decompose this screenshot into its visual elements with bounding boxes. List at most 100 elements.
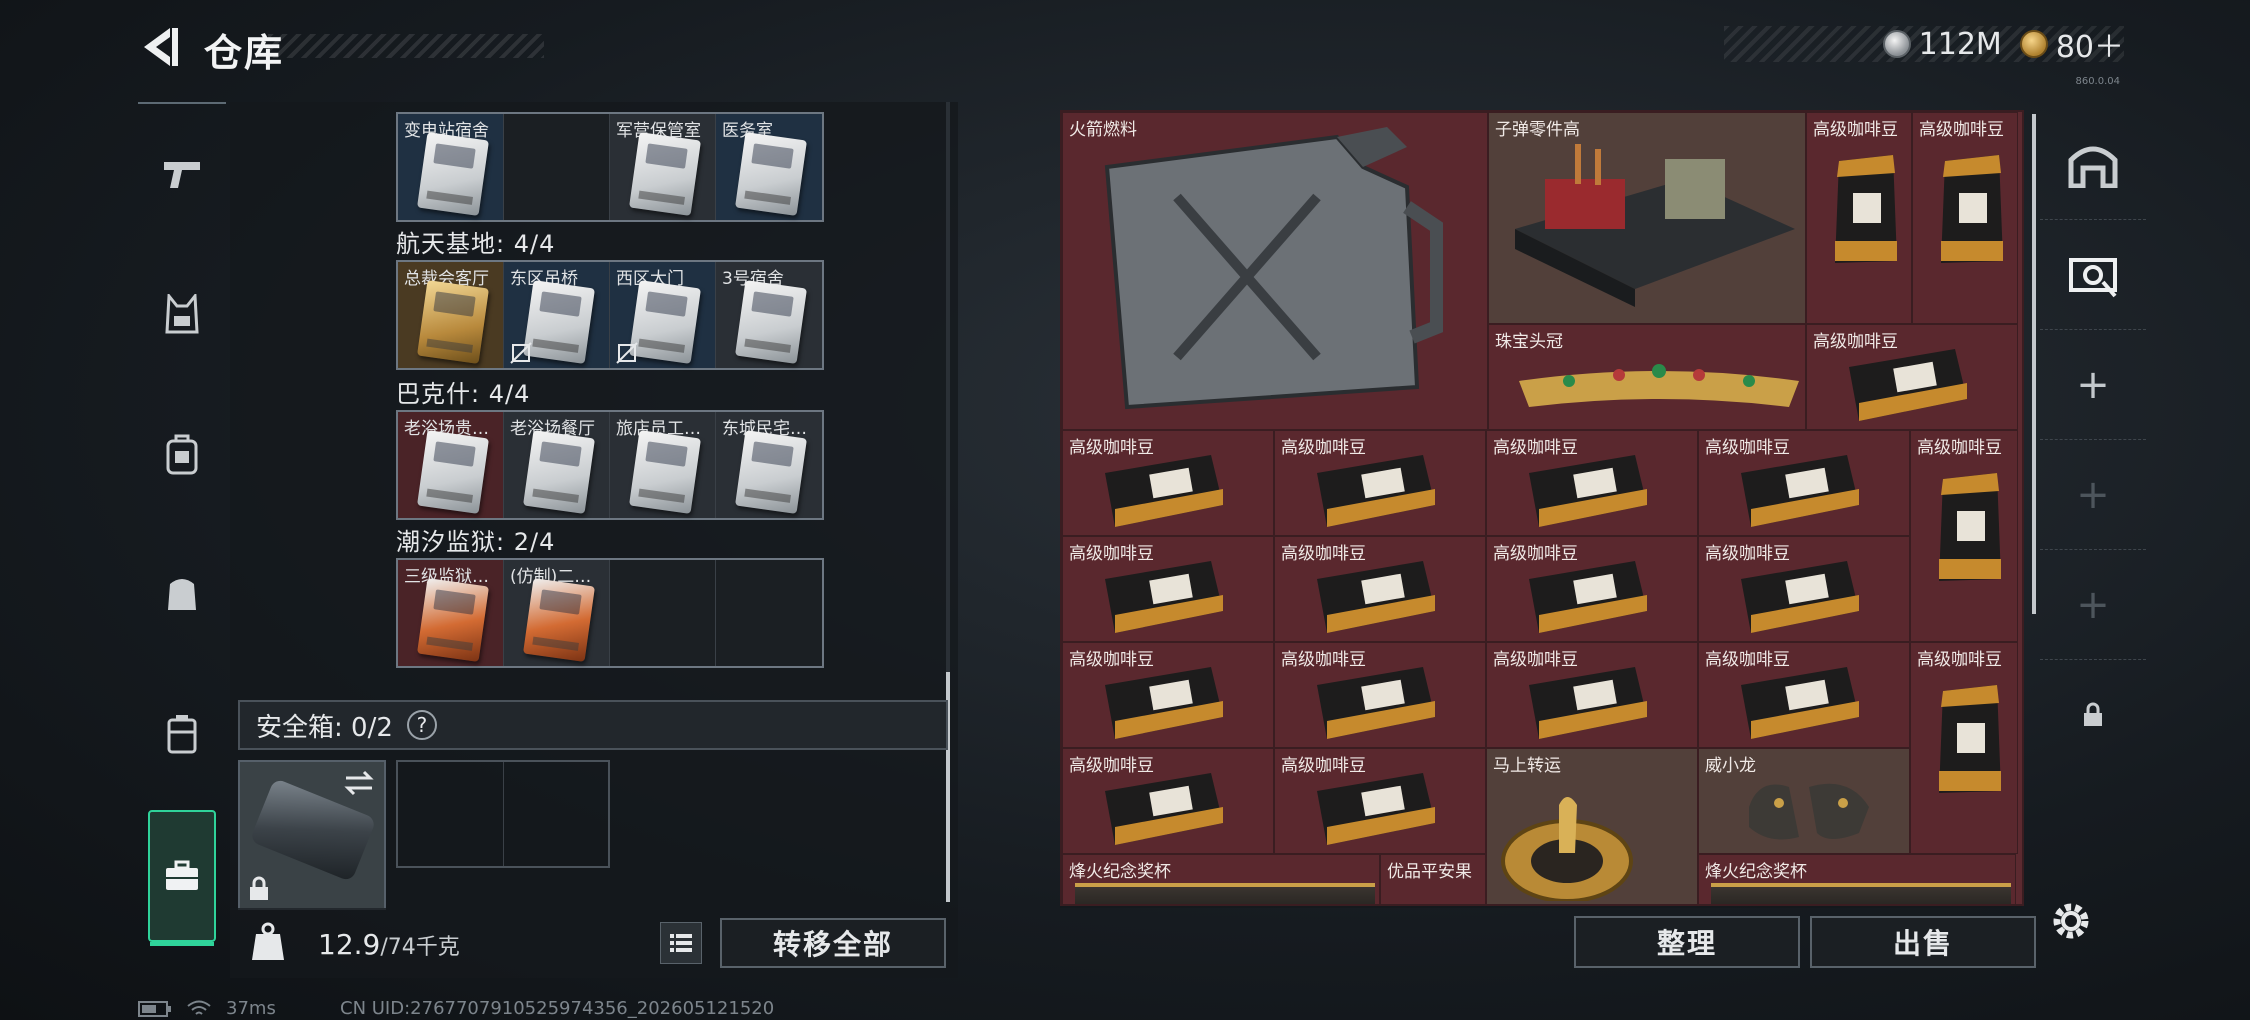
uid-label: CN UID:2767707910525974356_202605121520 (340, 998, 775, 1019)
coffee-bag-image (1741, 455, 1859, 527)
gold-currency[interactable]: 80＋ (2019, 22, 2124, 66)
list-view-button[interactable] (660, 922, 702, 964)
silver-coin-icon (1882, 30, 1911, 58)
key-slot[interactable]: (仿制)二… (504, 560, 610, 666)
equipment-rail (138, 102, 226, 946)
pistol-icon (164, 162, 200, 188)
empty-slot[interactable] (398, 762, 504, 866)
coffee-bag-image (1741, 667, 1859, 739)
coffee-bag-image (1105, 561, 1223, 633)
stash-scrollbar[interactable] (2032, 114, 2036, 614)
container-icon (167, 715, 197, 754)
item-coffee-tall[interactable]: 高级咖啡豆 (1806, 112, 1912, 324)
stash-tab-active[interactable] (2040, 220, 2146, 330)
weight-readout: 12.9/74千克 (318, 928, 460, 961)
help-icon[interactable]: ? (406, 710, 437, 740)
safebox-slot[interactable] (238, 760, 386, 910)
item-coffee[interactable]: 高级咖啡豆 (1486, 536, 1698, 642)
key-slot[interactable]: 三级监狱… (398, 560, 504, 666)
key-slot[interactable]: 老浴场餐厅 (504, 412, 610, 518)
stash-tab-add[interactable]: + (2040, 550, 2146, 660)
coffee-bag-image (1317, 667, 1435, 739)
item-coffee[interactable]: 高级咖啡豆 (1062, 536, 1274, 642)
item-weixiaolong[interactable]: 威小龙 (1698, 748, 1910, 854)
rail-safebox-active[interactable] (148, 810, 216, 946)
list-icon (670, 934, 692, 952)
item-coffee[interactable]: 高级咖啡豆 (1062, 430, 1274, 536)
settings-gear-icon[interactable] (2048, 898, 2094, 944)
rail-weapon[interactable] (138, 104, 226, 244)
armor-vest-icon (165, 294, 199, 334)
keycard-image (629, 430, 701, 514)
item-beacon-trophy[interactable]: 烽火纪念奖杯 (1062, 854, 1380, 904)
key-slot[interactable]: 军营保管室 (610, 114, 716, 220)
key-slot-empty[interactable] (716, 560, 822, 666)
key-slot[interactable]: 东区吊桥 (504, 262, 610, 368)
item-fortune[interactable]: 马上转运 (1486, 748, 1698, 904)
keycard-image (417, 578, 489, 662)
item-coffee[interactable]: 高级咖啡豆 (1062, 748, 1274, 854)
item-crown[interactable]: 珠宝头冠 (1488, 324, 1806, 430)
item-apple[interactable]: 优品平安果 (1380, 854, 1486, 904)
key-slot-empty[interactable] (610, 560, 716, 666)
silver-currency[interactable]: 112M (1882, 27, 2002, 62)
swap-icon[interactable] (342, 770, 376, 796)
key-slot[interactable]: 老浴场贵… (398, 412, 504, 518)
stash-tab-locked[interactable] (2040, 660, 2146, 770)
item-coffee[interactable]: 高级咖啡豆 (1486, 430, 1698, 536)
back-icon[interactable] (136, 24, 182, 70)
safebox-empty-slots[interactable] (396, 760, 610, 868)
rail-backpack[interactable] (138, 384, 226, 524)
item-rocket-fuel[interactable]: 火箭燃料 (1062, 112, 1488, 430)
sort-button[interactable]: 整理 (1574, 916, 1800, 968)
coffee-bag-image (1529, 455, 1647, 527)
stash-tab-add[interactable]: + (2040, 440, 2146, 550)
key-slot[interactable]: 旅店员工… (610, 412, 716, 518)
section-title: 巴克什: 4/4 (396, 380, 531, 408)
keycard-image (629, 280, 701, 364)
item-coffee[interactable]: 高级咖啡豆 (1274, 642, 1486, 748)
currency-bar: 112M 80＋ (1724, 26, 2124, 65)
item-ammo-parts[interactable]: 子弹零件高 (1488, 112, 1806, 324)
key-slot[interactable]: 西区大门 (610, 262, 716, 368)
stash-panel: 火箭燃料 子弹零件高 高级咖啡豆 高级咖啡豆 珠宝头冠 高级咖啡豆 高级咖啡豆 … (1060, 110, 2024, 908)
sell-button[interactable]: 出售 (1810, 916, 2036, 968)
transfer-all-button[interactable]: 转移全部 (720, 918, 946, 968)
keycard-image (417, 280, 489, 364)
item-coffee[interactable]: 高级咖啡豆 (1062, 642, 1274, 748)
key-slot[interactable]: 医务室 (716, 114, 822, 220)
item-coffee[interactable]: 高级咖啡豆 (1698, 536, 1910, 642)
item-coffee[interactable]: 高级咖啡豆 (1274, 536, 1486, 642)
item-coffee[interactable]: 高级咖啡豆 (1274, 430, 1486, 536)
lock-icon (2084, 702, 2102, 726)
keycard-image (523, 578, 595, 662)
stash-tab-add[interactable]: + (2040, 330, 2146, 440)
empty-slot[interactable] (504, 762, 609, 866)
key-slot-empty[interactable] (504, 114, 610, 220)
plus-icon: + (2076, 361, 2110, 408)
key-slot[interactable]: 东城民宅… (716, 412, 822, 518)
item-coffee[interactable]: 高级咖啡豆 (1274, 748, 1486, 854)
item-coffee-tall[interactable]: 高级咖啡豆 (1910, 642, 2018, 854)
lock-icon (250, 876, 268, 900)
title-decoration (268, 34, 544, 58)
rail-armor[interactable] (138, 244, 226, 384)
item-coffee[interactable]: 高级咖啡豆 (1486, 642, 1698, 748)
key-slot[interactable]: 总裁会客厅 (398, 262, 504, 368)
item-coffee[interactable]: 高级咖啡豆 (1806, 324, 2018, 430)
item-coffee-tall[interactable]: 高级咖啡豆 (1912, 112, 2018, 324)
item-coffee[interactable]: 高级咖啡豆 (1698, 430, 1910, 536)
item-coffee[interactable]: 高级咖啡豆 (1698, 642, 1910, 748)
keycard-image (417, 132, 489, 216)
stash-tab-home[interactable] (2040, 110, 2146, 220)
rail-chest-rig[interactable] (138, 524, 226, 664)
coffee-bag-image (1941, 155, 2003, 263)
item-coffee-tall[interactable]: 高级咖啡豆 (1910, 430, 2018, 642)
key-slot[interactable]: 3号宿舍 (716, 262, 822, 368)
coffee-bag-image (1317, 455, 1435, 527)
weight-current: 12.9 (318, 928, 381, 961)
keycard-image (523, 430, 595, 514)
item-beacon-trophy[interactable]: 烽火纪念奖杯 (1698, 854, 2016, 904)
key-slot[interactable]: 变电站宿舍 (398, 114, 504, 220)
rail-container[interactable] (138, 664, 226, 804)
